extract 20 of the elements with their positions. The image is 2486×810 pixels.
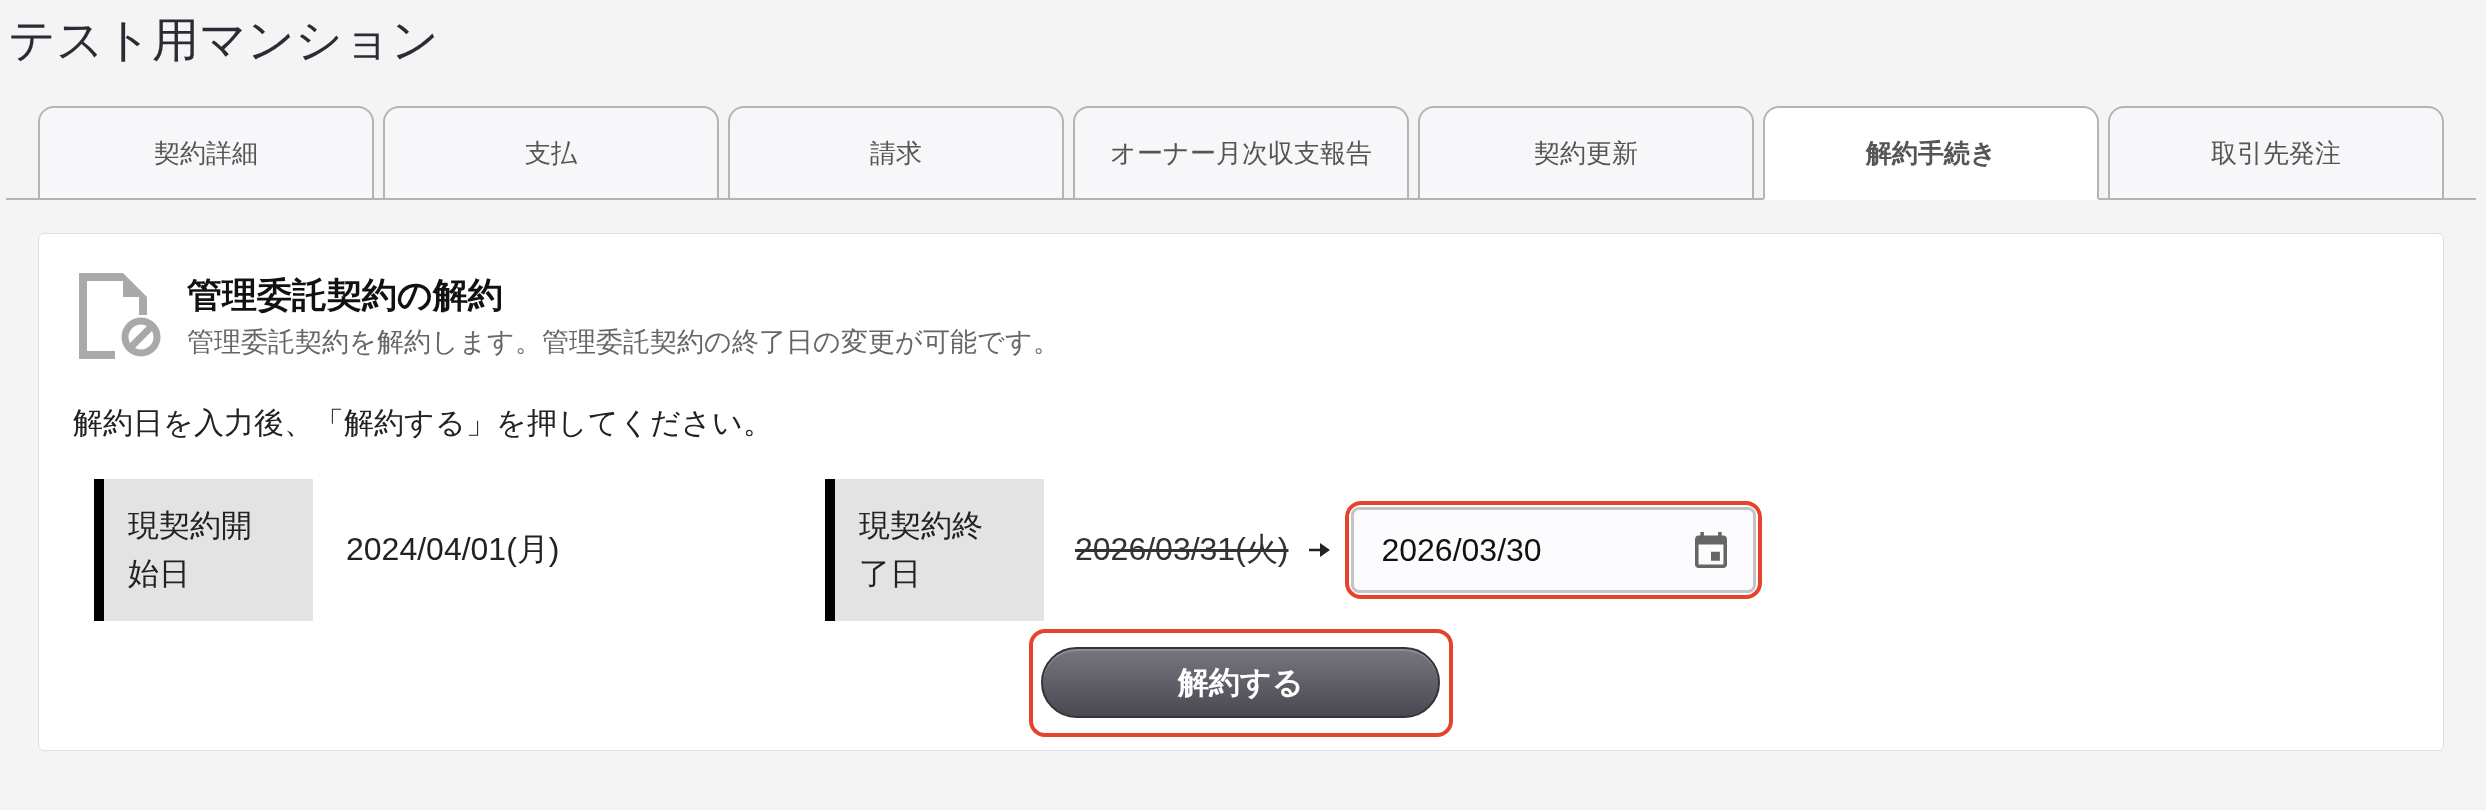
tab[interactable]: 契約詳細: [38, 106, 374, 200]
tab[interactable]: 請求: [728, 106, 1064, 200]
section-description: 管理委託契約を解約します。管理委託契約の終了日の変更が可能です。: [187, 326, 1060, 359]
date-input-field[interactable]: 2026/03/30: [1351, 507, 1757, 593]
field-value: 2024/04/01(月): [346, 530, 560, 569]
tab[interactable]: 取引先発注: [2108, 106, 2444, 200]
instruction-text: 解約日を入力後、「解約する」を押してください。: [73, 405, 773, 441]
right-arrow-icon: [1309, 542, 1331, 558]
tab[interactable]: 契約更新: [1418, 106, 1754, 200]
field-label: 現契約開始日: [94, 479, 313, 621]
page-title: テスト用マンション: [8, 12, 440, 68]
document-prohibited-icon: [79, 273, 163, 359]
previous-date-value: 2026/03/31(火): [1075, 530, 1289, 569]
calendar-icon[interactable]: [1695, 532, 1728, 568]
section-heading: 管理委託契約の解約: [187, 274, 503, 316]
field-label: 現契約終了日: [825, 479, 1044, 621]
tab[interactable]: オーナー月次収支報告: [1073, 106, 1409, 200]
submit-button[interactable]: 解約する: [1041, 647, 1440, 718]
tab[interactable]: 解約手続き: [1763, 106, 2099, 200]
tab[interactable]: 支払: [383, 106, 719, 200]
